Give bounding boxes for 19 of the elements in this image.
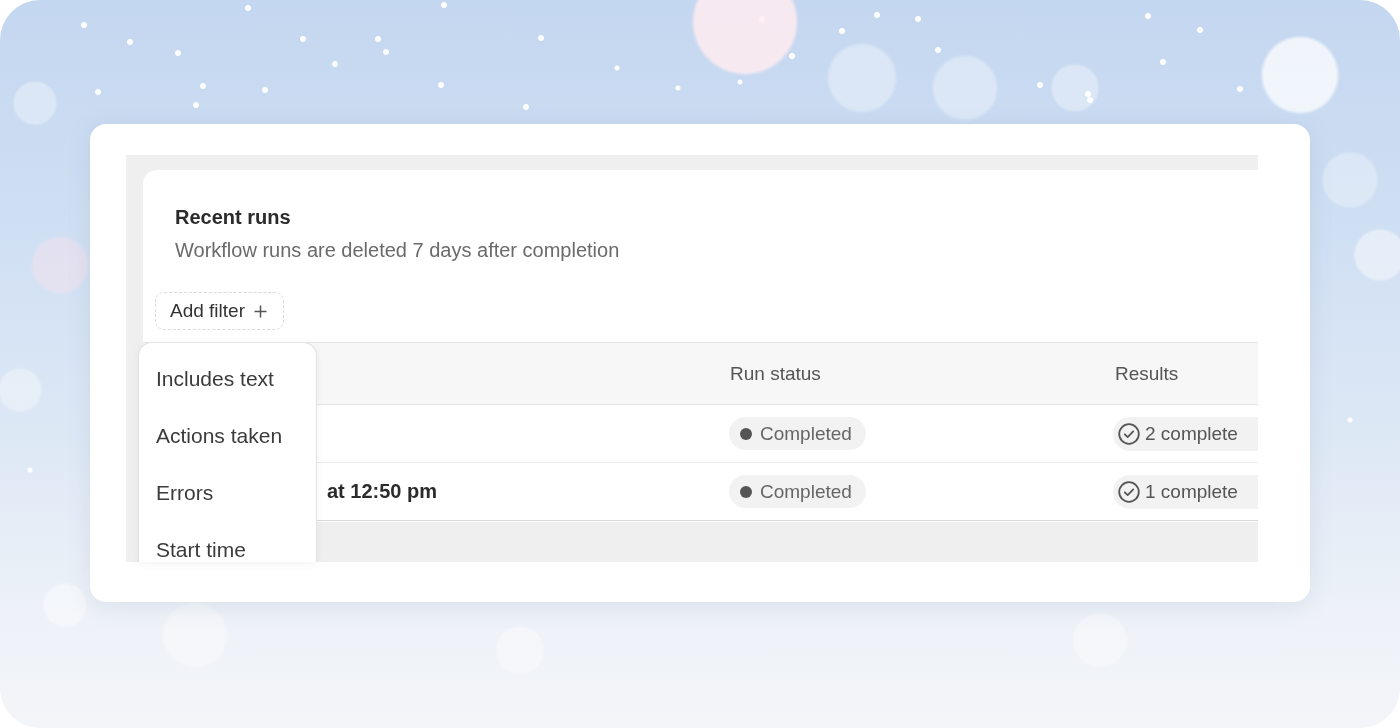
check-circle-icon (1118, 480, 1140, 503)
check-circle-icon (1118, 422, 1140, 445)
status-dot-icon (740, 427, 752, 440)
column-header: Run status (730, 362, 821, 385)
add-filter-button[interactable]: Add filter (155, 292, 284, 330)
table-cell: at 12:50 pm (327, 480, 438, 503)
status-dot-icon (740, 485, 752, 498)
plus-icon (254, 304, 267, 318)
panel-title: Recent runs (175, 205, 291, 229)
menu-item[interactable]: Actions taken (139, 407, 316, 464)
menu-item[interactable]: Start time (139, 521, 316, 562)
menu-item[interactable]: Errors (139, 464, 316, 521)
result-label: 1 complete (1145, 480, 1238, 503)
result-label: 2 complete (1145, 422, 1238, 445)
panel-subtitle: Workflow runs are deleted 7 days after completion (175, 238, 620, 262)
status-label: Completed (760, 480, 852, 503)
menu-item[interactable]: Includes text (139, 350, 316, 407)
status-label: Completed (760, 422, 852, 445)
column-header: Results (1115, 362, 1179, 385)
